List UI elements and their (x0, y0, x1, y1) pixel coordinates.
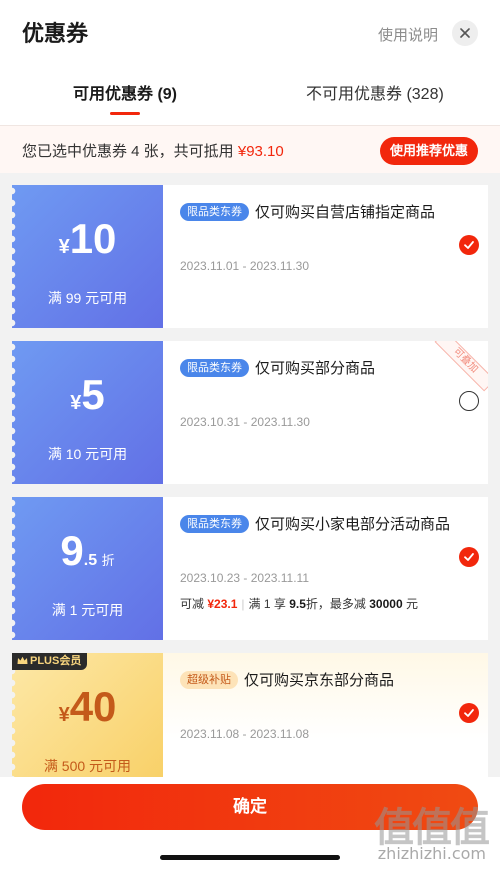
coupon-selected-checkbox[interactable] (459, 235, 479, 255)
coupon-amount: ¥40 (12, 683, 163, 731)
checkmark-icon (464, 553, 474, 561)
coupon-value-panel: ¥5 满 10 元可用 (12, 341, 163, 484)
coupon-threshold: 满 500 元可用 (43, 758, 132, 774)
savings-divider: | (241, 597, 245, 611)
summary-text: 您已选中优惠券 4 张，共可抵用 ¥93.10 (22, 140, 284, 161)
home-indicator (160, 855, 340, 860)
active-tab-indicator (110, 112, 140, 115)
use-recommended-button[interactable]: 使用推荐优惠 (379, 137, 478, 165)
coupon-card[interactable]: 9.5 折 满 1 元可用 限品类东券 仅可购买小家电部分活动商品 2023.10… (12, 497, 488, 640)
coupon-threshold: 满 10 元可用 (47, 446, 128, 462)
coupon-value-panel: ¥10 满 99 元可用 (12, 185, 163, 328)
coupon-tag: 限品类东券 (180, 203, 249, 221)
amount-value: 40 (69, 683, 117, 730)
coupon-detail-panel: 可叠加 限品类东券 仅可购买部分商品 2023.10.31 - 2023.11.3… (163, 341, 488, 484)
coupon-validity-date: 2023.11.01 - 2023.11.30 (180, 259, 309, 273)
rule-prefix: 满 1 享 (248, 597, 286, 611)
coupon-card[interactable]: PLUS会员 ¥40 满 500 元可用 超级补贴 仅可购买京东部分商品 2023… (12, 653, 488, 777)
coupon-scope: 仅可购买京东部分商品 (244, 672, 395, 689)
header: 优惠券 使用说明 可用优惠券 (9) 不可用优惠券 (328) (0, 0, 500, 125)
coupon-card[interactable]: ¥5 满 10 元可用 可叠加 限品类东券 仅可购买部分商品 2023.10.31… (12, 341, 488, 484)
coupon-description: 限品类东券 仅可购买小家电部分活动商品 (180, 513, 450, 537)
discount-suffix: 折 (101, 553, 115, 568)
coupon-list[interactable]: ¥10 满 99 元可用 限品类东券 仅可购买自营店铺指定商品 2023.11.0… (0, 173, 500, 777)
rule-mid: 折，最多减 (305, 597, 366, 611)
coupon-scope: 仅可购买部分商品 (255, 360, 376, 377)
coupon-threshold: 满 1 元可用 (51, 602, 124, 618)
savings-prefix: 可减 (180, 597, 205, 611)
close-button[interactable] (452, 20, 478, 46)
coupon-tag: 超级补贴 (180, 671, 238, 689)
currency-symbol: ¥ (58, 236, 70, 258)
coupon-value-panel: 9.5 折 满 1 元可用 (12, 497, 163, 640)
coupon-value-panel: PLUS会员 ¥40 满 500 元可用 (12, 653, 163, 777)
savings-amount: ¥23.1 (207, 597, 238, 611)
currency-symbol: ¥ (58, 704, 70, 726)
summary-label: 您已选中优惠券 4 张，共可抵用 (22, 143, 234, 160)
coupon-validity-date: 2023.10.31 - 2023.11.30 (180, 415, 310, 429)
coupon-description: 限品类东券 仅可购买自营店铺指定商品 (180, 201, 450, 225)
coupon-amount: ¥10 (12, 215, 163, 263)
checkmark-icon (464, 709, 474, 717)
bottom-bar: 确定 值值值 zhizhizhi.com (0, 777, 500, 877)
discount-decimal: .5 (83, 552, 98, 569)
page-title: 优惠券 (22, 21, 89, 46)
coupon-amount: ¥5 (12, 371, 163, 419)
coupon-tag: 限品类东券 (180, 515, 249, 533)
coupon-threshold: 满 99 元可用 (47, 290, 128, 306)
coupon-card[interactable]: ¥10 满 99 元可用 限品类东券 仅可购买自营店铺指定商品 2023.11.0… (12, 185, 488, 328)
plus-member-badge: PLUS会员 (12, 653, 88, 670)
checkmark-icon (464, 241, 474, 249)
coupon-description: 超级补贴 仅可购买京东部分商品 (180, 669, 450, 693)
coupon-tabs: 可用优惠券 (9) 不可用优惠券 (328) (0, 84, 500, 124)
coupon-validity-date: 2023.10.23 - 2023.11.11 (180, 571, 309, 585)
coupon-description: 限品类东券 仅可购买部分商品 (180, 357, 450, 381)
coupon-tag: 限品类东券 (180, 359, 249, 377)
plus-badge-label: PLUS会员 (30, 655, 82, 667)
rule-max: 30000 (369, 597, 403, 611)
coupon-selected-checkbox[interactable] (459, 703, 479, 723)
coupon-detail-panel: 限品类东券 仅可购买小家电部分活动商品 2023.10.23 - 2023.11.… (163, 497, 488, 640)
crown-icon (17, 656, 28, 664)
amount-value: 10 (69, 215, 117, 262)
currency-symbol: ¥ (70, 392, 82, 414)
tab-unavailable[interactable]: 不可用优惠券 (328) (306, 84, 444, 114)
coupon-detail-panel: 限品类东券 仅可购买自营店铺指定商品 2023.11.01 - 2023.11.3… (163, 185, 488, 328)
selection-summary: 您已选中优惠券 4 张，共可抵用 ¥93.10 使用推荐优惠 (0, 125, 500, 173)
rule-discount: 9.5 (289, 597, 306, 611)
coupon-validity-date: 2023.11.08 - 2023.11.08 (180, 727, 309, 741)
coupon-unselected-checkbox[interactable] (459, 391, 479, 411)
coupon-savings-info: 可减 ¥23.1 | 满 1 享 9.5折，最多减 30000 元 (180, 595, 418, 612)
watermark-url: zhizhizhi.com (377, 844, 486, 863)
tab-available[interactable]: 可用优惠券 (9) (73, 84, 177, 114)
discount-value: 9 (60, 527, 84, 574)
coupon-selected-checkbox[interactable] (459, 547, 479, 567)
coupon-detail-panel: 超级补贴 仅可购买京东部分商品 2023.11.08 - 2023.11.08 (163, 653, 488, 777)
summary-amount: ¥93.10 (237, 143, 284, 160)
usage-help-link[interactable]: 使用说明 (378, 24, 438, 45)
coupon-amount: 9.5 折 (12, 527, 163, 575)
amount-value: 5 (81, 371, 105, 418)
close-icon (460, 28, 470, 38)
rule-suffix: 元 (405, 597, 418, 611)
coupon-scope: 仅可购买小家电部分活动商品 (255, 516, 451, 533)
coupon-scope: 仅可购买自营店铺指定商品 (255, 204, 436, 221)
